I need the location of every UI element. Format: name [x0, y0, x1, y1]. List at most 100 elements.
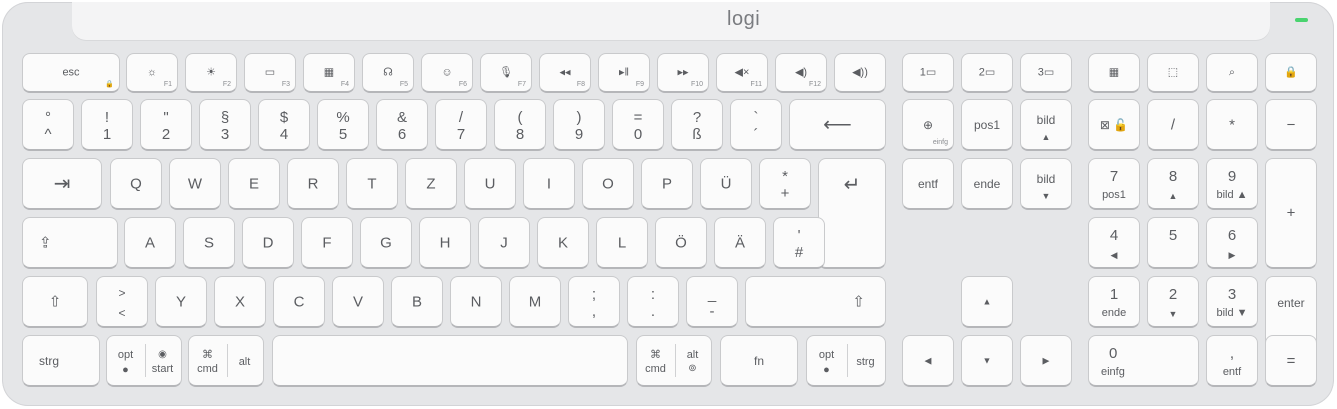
- key-y[interactable]: Y: [155, 276, 207, 328]
- key-4[interactable]: $4: [258, 99, 310, 151]
- key-channel-2[interactable]: 2▭: [961, 53, 1013, 93]
- key-f10[interactable]: ▸▸ F10: [657, 53, 709, 93]
- key-num-multiply[interactable]: *: [1206, 99, 1258, 151]
- key-ende[interactable]: ende: [961, 158, 1013, 210]
- key-f5[interactable]: ☊ F5: [362, 53, 414, 93]
- key-page-up[interactable]: bild ▲: [1020, 99, 1072, 151]
- key-c[interactable]: C: [273, 276, 325, 328]
- key-strg-left[interactable]: strg: [22, 335, 100, 387]
- key-q[interactable]: Q: [110, 158, 162, 210]
- key-2[interactable]: " 2: [140, 99, 192, 151]
- key-u-umlaut[interactable]: Ü: [700, 158, 752, 210]
- key-k[interactable]: K: [537, 217, 589, 269]
- key-num-8[interactable]: 8 ▲: [1147, 158, 1199, 210]
- key-z[interactable]: Z: [405, 158, 457, 210]
- key-i[interactable]: I: [523, 158, 575, 210]
- key-comma[interactable]: ;,: [568, 276, 620, 328]
- key-num-7[interactable]: 7 pos1: [1088, 158, 1140, 210]
- key-einfg[interactable]: ⊕ einfg: [902, 99, 954, 151]
- key-num-6[interactable]: 6 ▶: [1206, 217, 1258, 269]
- key-search[interactable]: ⌕: [1206, 53, 1258, 93]
- key-num-4[interactable]: 4 ◀: [1088, 217, 1140, 269]
- key-0[interactable]: = 0: [612, 99, 664, 151]
- key-f7[interactable]: 🎙 F7: [480, 53, 532, 93]
- key-period[interactable]: :.: [627, 276, 679, 328]
- key-f12[interactable]: ◀) F12: [775, 53, 827, 93]
- key-sharp-s[interactable]: ? ß: [671, 99, 723, 151]
- key-opt-strg-right[interactable]: opt ● strg: [806, 335, 886, 387]
- key-left-shift[interactable]: ⇧: [22, 276, 88, 328]
- key-caps-lock[interactable]: ⇪: [22, 217, 118, 269]
- key-o-umlaut[interactable]: Ö: [655, 217, 707, 269]
- key-num-2[interactable]: 2 ▼: [1147, 276, 1199, 328]
- key-s[interactable]: S: [183, 217, 235, 269]
- key-n[interactable]: N: [450, 276, 502, 328]
- key-page-down[interactable]: bild ▼: [1020, 158, 1072, 210]
- key-v[interactable]: V: [332, 276, 384, 328]
- key-7[interactable]: /7: [435, 99, 487, 151]
- key-arrow-left[interactable]: ◀: [902, 335, 954, 387]
- key-num-1[interactable]: 1 ende: [1088, 276, 1140, 328]
- key-acute[interactable]: ` ´: [730, 99, 782, 151]
- key-right-shift[interactable]: ⇧: [745, 276, 886, 328]
- key-9[interactable]: ) 9: [553, 99, 605, 151]
- key-arrow-up[interactable]: ▲: [961, 276, 1013, 328]
- key-caret[interactable]: ° ^: [22, 99, 74, 151]
- key-a-umlaut[interactable]: Ä: [714, 217, 766, 269]
- key-num-9[interactable]: 9 bild ▲: [1206, 158, 1258, 210]
- key-num-minus[interactable]: −: [1265, 99, 1317, 151]
- key-f2[interactable]: ☀ F2: [185, 53, 237, 93]
- key-1[interactable]: ! 1: [81, 99, 133, 151]
- key-3[interactable]: § 3: [199, 99, 251, 151]
- key-channel-1[interactable]: 1▭: [902, 53, 954, 93]
- key-m[interactable]: M: [509, 276, 561, 328]
- key-angle[interactable]: > <: [96, 276, 148, 328]
- key-tab[interactable]: ⇥: [22, 158, 102, 210]
- key-entf[interactable]: entf: [902, 158, 954, 210]
- key-num-plus[interactable]: +: [1265, 158, 1317, 269]
- key-w[interactable]: W: [169, 158, 221, 210]
- key-numlock[interactable]: ⊠ 🔓: [1088, 99, 1140, 151]
- key-num-decimal[interactable]: , entf: [1206, 335, 1258, 387]
- key-8[interactable]: (8: [494, 99, 546, 151]
- key-arrow-right[interactable]: ▶: [1020, 335, 1072, 387]
- key-space[interactable]: [272, 335, 628, 387]
- key-r[interactable]: R: [287, 158, 339, 210]
- key-5[interactable]: % 5: [317, 99, 369, 151]
- key-j[interactable]: J: [478, 217, 530, 269]
- key-f3[interactable]: ▭ F3: [244, 53, 296, 93]
- key-enter[interactable]: ↵: [818, 158, 886, 269]
- key-f11[interactable]: ◀× F11: [716, 53, 768, 93]
- key-a[interactable]: A: [124, 217, 176, 269]
- key-t[interactable]: T: [346, 158, 398, 210]
- key-h[interactable]: H: [419, 217, 471, 269]
- key-minus[interactable]: _ -: [686, 276, 738, 328]
- key-screenshot[interactable]: ⬚: [1147, 53, 1199, 93]
- key-num-5[interactable]: 5: [1147, 217, 1199, 269]
- key-6[interactable]: & 6: [376, 99, 428, 151]
- key-e[interactable]: E: [228, 158, 280, 210]
- key-plus[interactable]: * +: [759, 158, 811, 210]
- key-l[interactable]: L: [596, 217, 648, 269]
- key-b[interactable]: B: [391, 276, 443, 328]
- key-pos1[interactable]: pos1: [961, 99, 1013, 151]
- key-lock[interactable]: 🔒: [1265, 53, 1317, 93]
- key-backspace[interactable]: ⟵: [789, 99, 886, 151]
- key-fn[interactable]: fn: [720, 335, 798, 387]
- key-f4[interactable]: ▦ F4: [303, 53, 355, 93]
- key-num-divide[interactable]: /: [1147, 99, 1199, 151]
- key-f9[interactable]: ▸‖ F9: [598, 53, 650, 93]
- key-hash[interactable]: ' #: [773, 217, 825, 269]
- key-x[interactable]: X: [214, 276, 266, 328]
- key-cmd-alt-left[interactable]: ⌘ cmd alt: [188, 335, 264, 387]
- key-u[interactable]: U: [464, 158, 516, 210]
- key-f6[interactable]: ☺ F6: [421, 53, 473, 93]
- key-f8[interactable]: ◂◂ F8: [539, 53, 591, 93]
- key-g[interactable]: G: [360, 217, 412, 269]
- key-num-3[interactable]: 3 bild ▼: [1206, 276, 1258, 328]
- key-f1[interactable]: ☼ F1: [126, 53, 178, 93]
- key-opt-start[interactable]: opt ● ◉ start: [106, 335, 182, 387]
- key-o[interactable]: O: [582, 158, 634, 210]
- key-p[interactable]: P: [641, 158, 693, 210]
- key-num-equals[interactable]: =: [1265, 335, 1317, 387]
